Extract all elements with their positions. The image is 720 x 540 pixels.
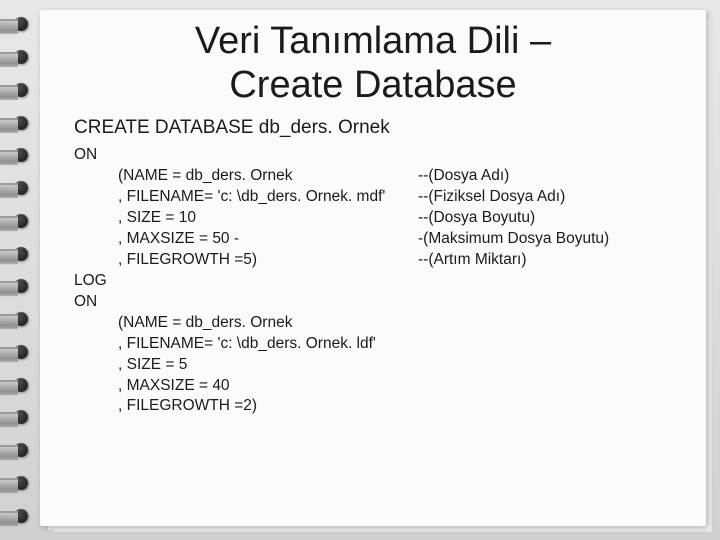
code-line: , FILEGROWTH =5)	[74, 250, 257, 271]
code-comment: --(Artım Miktarı)	[418, 250, 526, 271]
slide-stage: Veri Tanımlama Dili – Create Database CR…	[0, 0, 720, 540]
code-line: LOG	[74, 271, 107, 292]
code-line: ON	[74, 145, 97, 166]
code-line: , FILENAME= 'c: \db_ders. Ornek. ldf'	[74, 334, 376, 355]
code-comment: --(Fiziksel Dosya Adı)	[418, 187, 565, 208]
code-line: , SIZE = 5	[74, 355, 187, 376]
code-comment: --(Dosya Boyutu)	[418, 208, 535, 229]
code-line: (NAME = db_ders. Ornek	[74, 166, 292, 187]
code-line: ON	[74, 292, 97, 313]
slide-title: Veri Tanımlama Dili – Create Database	[40, 10, 706, 113]
title-line-1: Veri Tanımlama Dili –	[195, 20, 551, 62]
title-line-2: Create Database	[229, 64, 516, 106]
code-line: , FILEGROWTH =2)	[74, 396, 257, 417]
code-comment: --(Dosya Adı)	[418, 166, 509, 187]
code-line: (NAME = db_ders. Ornek	[74, 313, 292, 334]
code-line: , FILENAME= 'c: \db_ders. Ornek. mdf'	[74, 187, 385, 208]
code-comment: -(Maksimum Dosya Boyutu)	[418, 229, 609, 250]
sql-header: CREATE DATABASE db_ders. Ornek	[40, 113, 706, 141]
code-block: ON (NAME = db_ders. Ornek --(Dosya Adı) …	[40, 141, 706, 417]
code-line: , MAXSIZE = 50 -	[74, 229, 239, 250]
code-line: , SIZE = 10	[74, 208, 196, 229]
spiral-binding	[0, 0, 40, 540]
code-line: , MAXSIZE = 40	[74, 376, 230, 397]
paper-sheet: Veri Tanımlama Dili – Create Database CR…	[40, 10, 706, 526]
